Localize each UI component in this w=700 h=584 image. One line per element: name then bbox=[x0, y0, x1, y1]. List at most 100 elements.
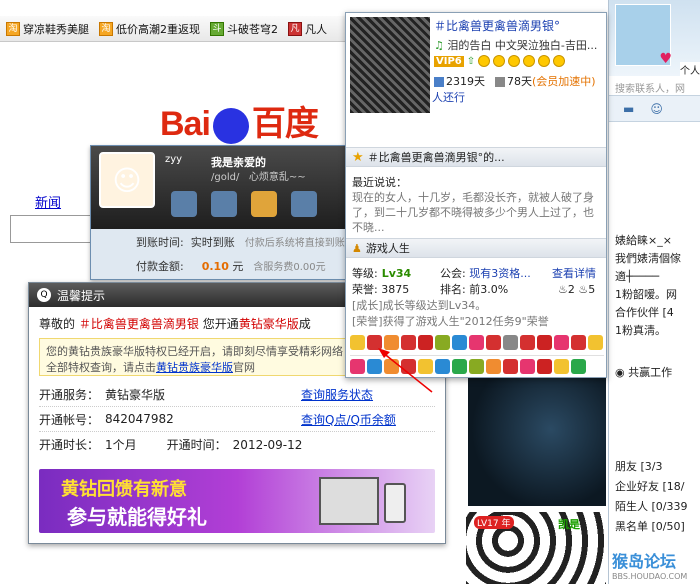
vip-row: VIP6 ⇧ bbox=[434, 55, 566, 67]
game-row: 等级: Lv34 公会: 现有3资格... 查看详情 bbox=[352, 265, 596, 281]
app-icon[interactable] bbox=[503, 359, 518, 374]
list-item[interactable]: 合作伙伴 [4 bbox=[615, 304, 700, 322]
merit-link[interactable]: 现有3资格... bbox=[469, 267, 531, 280]
list-item[interactable]: ◉ 共赢工作 bbox=[615, 364, 672, 380]
app-icon[interactable] bbox=[537, 335, 552, 350]
baidu-logo: Bai 百度 bbox=[160, 105, 319, 145]
app-icon[interactable] bbox=[486, 359, 501, 374]
query-balance-link[interactable]: 查询Q点/Q币余额 bbox=[301, 411, 396, 428]
transfer-icon[interactable] bbox=[251, 191, 277, 217]
level-icon bbox=[523, 55, 536, 67]
qq-penguin-icon: Q bbox=[37, 288, 51, 302]
book-icon: 凡 bbox=[288, 21, 302, 36]
group-blacklist[interactable]: 黑名单 [0/50] bbox=[615, 518, 685, 534]
qq-profile-popup: ＃比禽兽更禽兽滴男银° ♫ 泪的告白 中文哭泣独白-吉田... VIP6 ⇧ 2… bbox=[345, 12, 607, 378]
baidu-paw-icon bbox=[212, 108, 249, 145]
avatar[interactable] bbox=[350, 17, 430, 113]
section-header[interactable]: ♟ 游戏人生 bbox=[346, 238, 606, 258]
bookmark-item[interactable]: 淘低价高潮2重返现 bbox=[99, 21, 200, 37]
profile-stats: 2319天 78天(会员加速中) bbox=[434, 73, 596, 89]
mic-icon[interactable] bbox=[211, 191, 237, 217]
profile-photo: LV17 年 凯是 bbox=[466, 512, 606, 584]
qq-penguin-icon: ◉ bbox=[615, 366, 625, 379]
profile-nick[interactable]: ＃比禽兽更禽兽滴男银° bbox=[434, 17, 560, 34]
game-life: 等级: Lv34 公会: 现有3资格... 查看详情 荣誉: 3875 排名: 前3.0… bbox=[352, 265, 602, 329]
sidebar-tabs: ▬ ☺ bbox=[609, 96, 700, 122]
app-icon[interactable] bbox=[469, 335, 484, 350]
duration-row: 开通时长： 1个月 开通时间： 2012-09-12 bbox=[39, 437, 303, 453]
camera-icon[interactable] bbox=[171, 191, 197, 217]
qq-mini-card: ☺ zyy 我是亲爱的 /gold/ 心烦意乱~~ 到账时间: 实时到账 付款后系… bbox=[90, 145, 360, 280]
contact-list: 婊給睐×_× 我們婊淸個傢 適┼──── 1粉韶嗳。网 合作伙伴 [4 1粉真淸… bbox=[609, 232, 700, 340]
card-sign: /gold/ 心烦意乱~~ bbox=[211, 172, 306, 183]
app-icon[interactable] bbox=[571, 359, 586, 374]
section-header[interactable]: ★ ＃比禽兽更禽兽滴男银°的... bbox=[346, 147, 606, 167]
level-icon bbox=[493, 55, 506, 67]
card-icons bbox=[171, 191, 317, 217]
notice-link[interactable]: 黄钻贵族豪华版 bbox=[156, 361, 233, 374]
app-icon[interactable] bbox=[537, 359, 552, 374]
app-icon[interactable] bbox=[554, 335, 569, 350]
app-icon[interactable] bbox=[350, 335, 365, 350]
online-icon bbox=[434, 77, 444, 87]
list-item[interactable]: 1粉真淸。 bbox=[615, 322, 700, 340]
medal-icon: ♨2 ♨5 bbox=[558, 282, 596, 296]
app-icon[interactable] bbox=[452, 335, 467, 350]
watermark-logo: 猴岛论坛 BBS.HOUDAO.COM bbox=[612, 552, 688, 581]
sidebar-header: ♥ 个人 bbox=[609, 0, 700, 77]
qq-contact-panel: ♥ 个人 搜索联系人，网 ▬ ☺ 婊給睐×_× 我們婊淸個傢 適┼──── 1粉韶… bbox=[608, 0, 700, 584]
contact-search-input[interactable]: 搜索联系人，网 bbox=[609, 76, 700, 96]
query-service-link[interactable]: 查询服务状态 bbox=[301, 386, 373, 403]
promo-banner[interactable]: 黄钻回馈有新意 参与就能得好礼 bbox=[39, 469, 435, 533]
vip-badge[interactable]: VIP6 bbox=[434, 55, 464, 67]
group-enterprise[interactable]: 企业好友 [18/ bbox=[615, 478, 685, 494]
game-icon: ♟ bbox=[352, 241, 362, 255]
level-icon bbox=[538, 55, 551, 67]
heart-icon: ♥ bbox=[659, 51, 672, 67]
star-icon: ★ bbox=[352, 149, 364, 165]
arrival-row: 到账时间: 实时到账 付款后系统将直接到账 bbox=[136, 236, 345, 249]
phone-image bbox=[384, 483, 406, 523]
app-icon[interactable] bbox=[554, 359, 569, 374]
chat-tab-icon[interactable]: ▬ bbox=[623, 102, 634, 116]
profile-status: 人还行 bbox=[432, 91, 465, 104]
app-icon[interactable] bbox=[486, 335, 501, 350]
amount-row: 付款金额: 0.10 元含服务费0.00元 bbox=[136, 260, 326, 273]
level-icon bbox=[553, 55, 566, 67]
red-arrow-annotation bbox=[378, 348, 433, 393]
bookmark-item[interactable]: 淘穿凉鞋秀美腿 bbox=[6, 21, 89, 37]
contacts-tab-icon[interactable]: ☺ bbox=[650, 102, 663, 116]
list-item[interactable]: 適┼──── bbox=[615, 268, 700, 286]
game-icon: 斗 bbox=[210, 21, 224, 36]
username: zyy bbox=[165, 154, 183, 165]
qq-card-header: ☺ zyy 我是亲爱的 /gold/ 心烦意乱~~ bbox=[91, 146, 359, 229]
group-friends[interactable]: 朋友 [3/3 bbox=[615, 458, 663, 474]
app-icon[interactable] bbox=[452, 359, 467, 374]
bookmark-item[interactable]: 斗斗破苍穹2 bbox=[210, 21, 278, 37]
detail-link[interactable]: 查看详情 bbox=[552, 265, 596, 281]
taobao-icon: 淘 bbox=[6, 21, 20, 36]
app-icon[interactable] bbox=[571, 335, 586, 350]
bookmark-item[interactable]: 凡凡人 bbox=[288, 21, 327, 37]
app-icon[interactable] bbox=[588, 335, 603, 350]
background-photo bbox=[468, 378, 606, 506]
tablet-image bbox=[319, 477, 379, 525]
member-icon bbox=[495, 77, 505, 87]
days-member: 78天(会员加速中) bbox=[495, 73, 596, 89]
app-icon[interactable] bbox=[520, 359, 535, 374]
avatar[interactable]: ♥ bbox=[615, 4, 672, 67]
list-item[interactable]: 1粉韶嗳。网 bbox=[615, 286, 700, 304]
app-icon[interactable] bbox=[350, 359, 365, 374]
doc-icon[interactable] bbox=[291, 191, 317, 217]
baidu-news-link[interactable]: 新闻 bbox=[35, 192, 61, 211]
up-arrow-icon: ⇧ bbox=[466, 55, 476, 67]
baidu-search-input[interactable] bbox=[10, 215, 100, 243]
avatar[interactable]: ☺ bbox=[99, 152, 155, 208]
list-item[interactable]: 我們婊淸個傢 bbox=[615, 250, 700, 268]
app-icon[interactable] bbox=[503, 335, 518, 350]
group-strangers[interactable]: 陌生人 [0/339 bbox=[615, 498, 688, 514]
app-icon[interactable] bbox=[469, 359, 484, 374]
app-icon[interactable] bbox=[520, 335, 535, 350]
list-item[interactable]: 婊給睐×_× bbox=[615, 232, 700, 250]
days-online: 2319天 bbox=[434, 73, 485, 89]
